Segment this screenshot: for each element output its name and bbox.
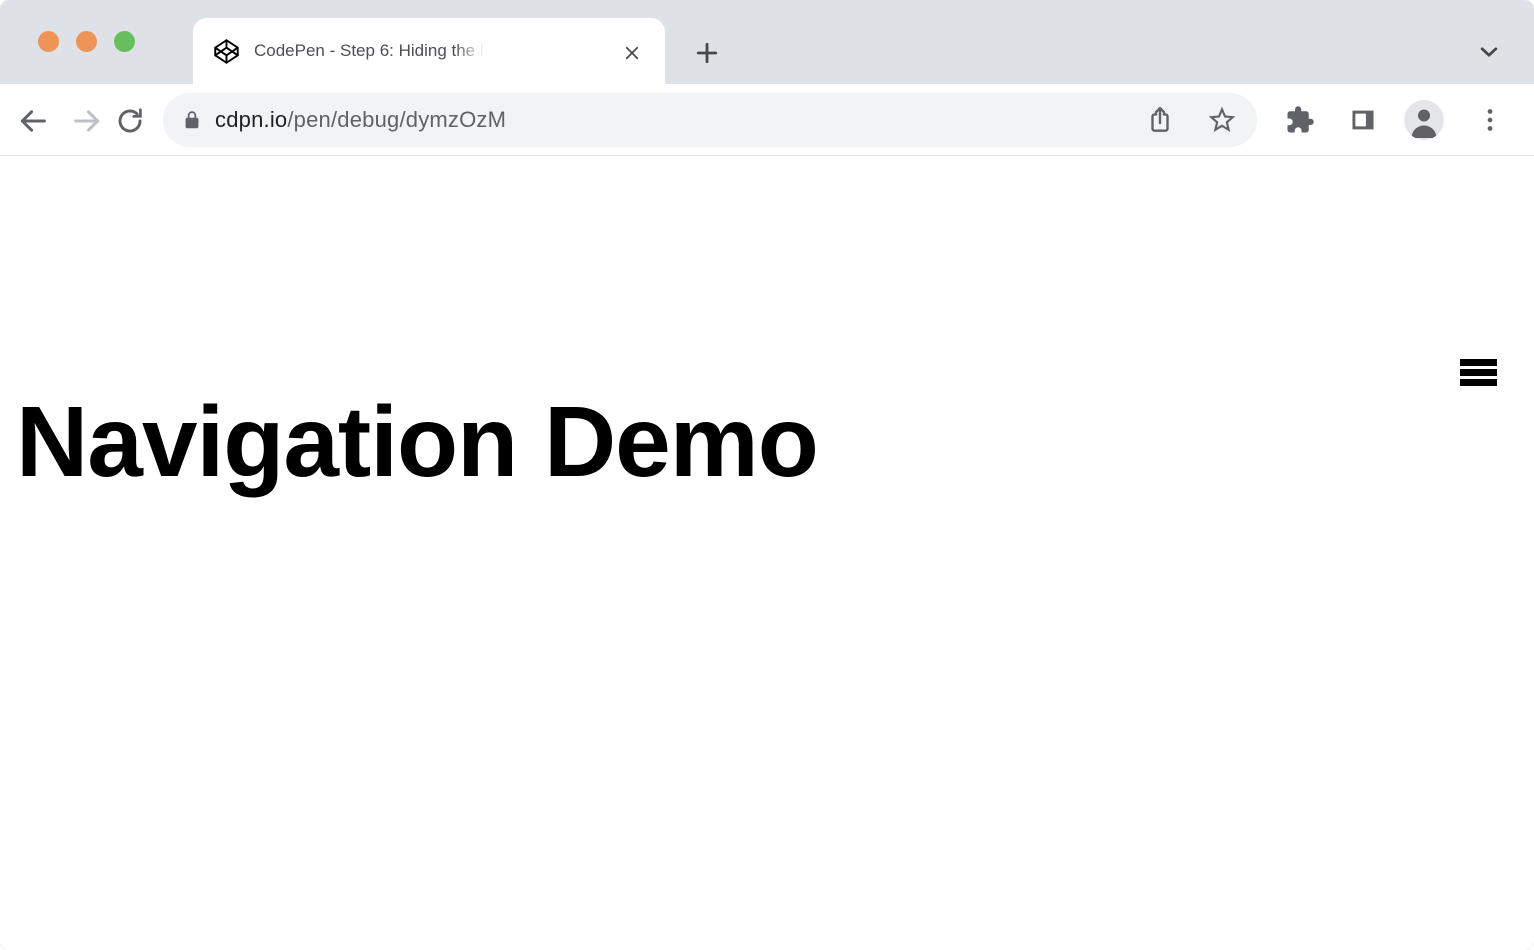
window-zoom-button[interactable] [114,31,135,52]
back-button[interactable] [15,103,51,139]
kebab-menu-icon [1487,109,1493,131]
browser-menu-button[interactable] [1473,103,1507,137]
hamburger-bar [1460,359,1497,366]
share-button[interactable] [1143,103,1177,137]
tab-list-chevron-button[interactable] [1475,40,1503,64]
page-content: Navigation Demo [0,156,1534,949]
reload-icon [118,108,142,133]
url-path: /pen/debug/dymzOzM [287,107,507,132]
forward-button[interactable] [69,103,105,139]
chevron-down-icon [1480,47,1498,57]
window-controls [38,31,135,52]
reload-button[interactable] [112,103,148,139]
plus-icon [696,42,718,64]
back-arrow-icon [20,110,46,132]
urlbar-actions [1143,103,1239,137]
new-tab-button[interactable] [692,38,722,68]
avatar-icon [1404,100,1444,140]
hamburger-bar [1460,369,1497,376]
puzzle-icon [1287,106,1314,133]
tab-title: CodePen - Step 6: Hiding the li [254,41,488,60]
window-minimize-button[interactable] [76,31,97,52]
lock-icon[interactable] [181,109,203,131]
browser-window: CodePen - Step 6: Hiding the li cdpn.io/… [0,0,1534,950]
extensions-button[interactable] [1283,103,1317,137]
hamburger-bar [1460,379,1497,386]
profile-avatar-button[interactable] [1404,100,1444,140]
codepen-favicon-icon [213,38,240,65]
page-heading: Navigation Demo [16,386,819,498]
side-panel-icon [1352,110,1374,130]
bookmark-star-button[interactable] [1205,103,1239,137]
tab-close-button[interactable] [623,44,641,62]
url-domain: cdpn.io [215,107,288,132]
active-tab[interactable]: CodePen - Step 6: Hiding the li [193,18,665,84]
url-text[interactable]: cdpn.io/pen/debug/dymzOzM [215,107,506,133]
window-close-button[interactable] [38,31,59,52]
forward-arrow-icon [74,110,100,132]
hamburger-menu-button[interactable] [1460,359,1497,386]
side-panel-button[interactable] [1346,103,1380,137]
address-bar[interactable]: cdpn.io/pen/debug/dymzOzM [163,93,1257,147]
star-icon [1208,106,1236,132]
share-icon [1151,106,1169,132]
tab-bar: CodePen - Step 6: Hiding the li [0,0,1534,84]
browser-toolbar: cdpn.io/pen/debug/dymzOzM [0,84,1534,156]
